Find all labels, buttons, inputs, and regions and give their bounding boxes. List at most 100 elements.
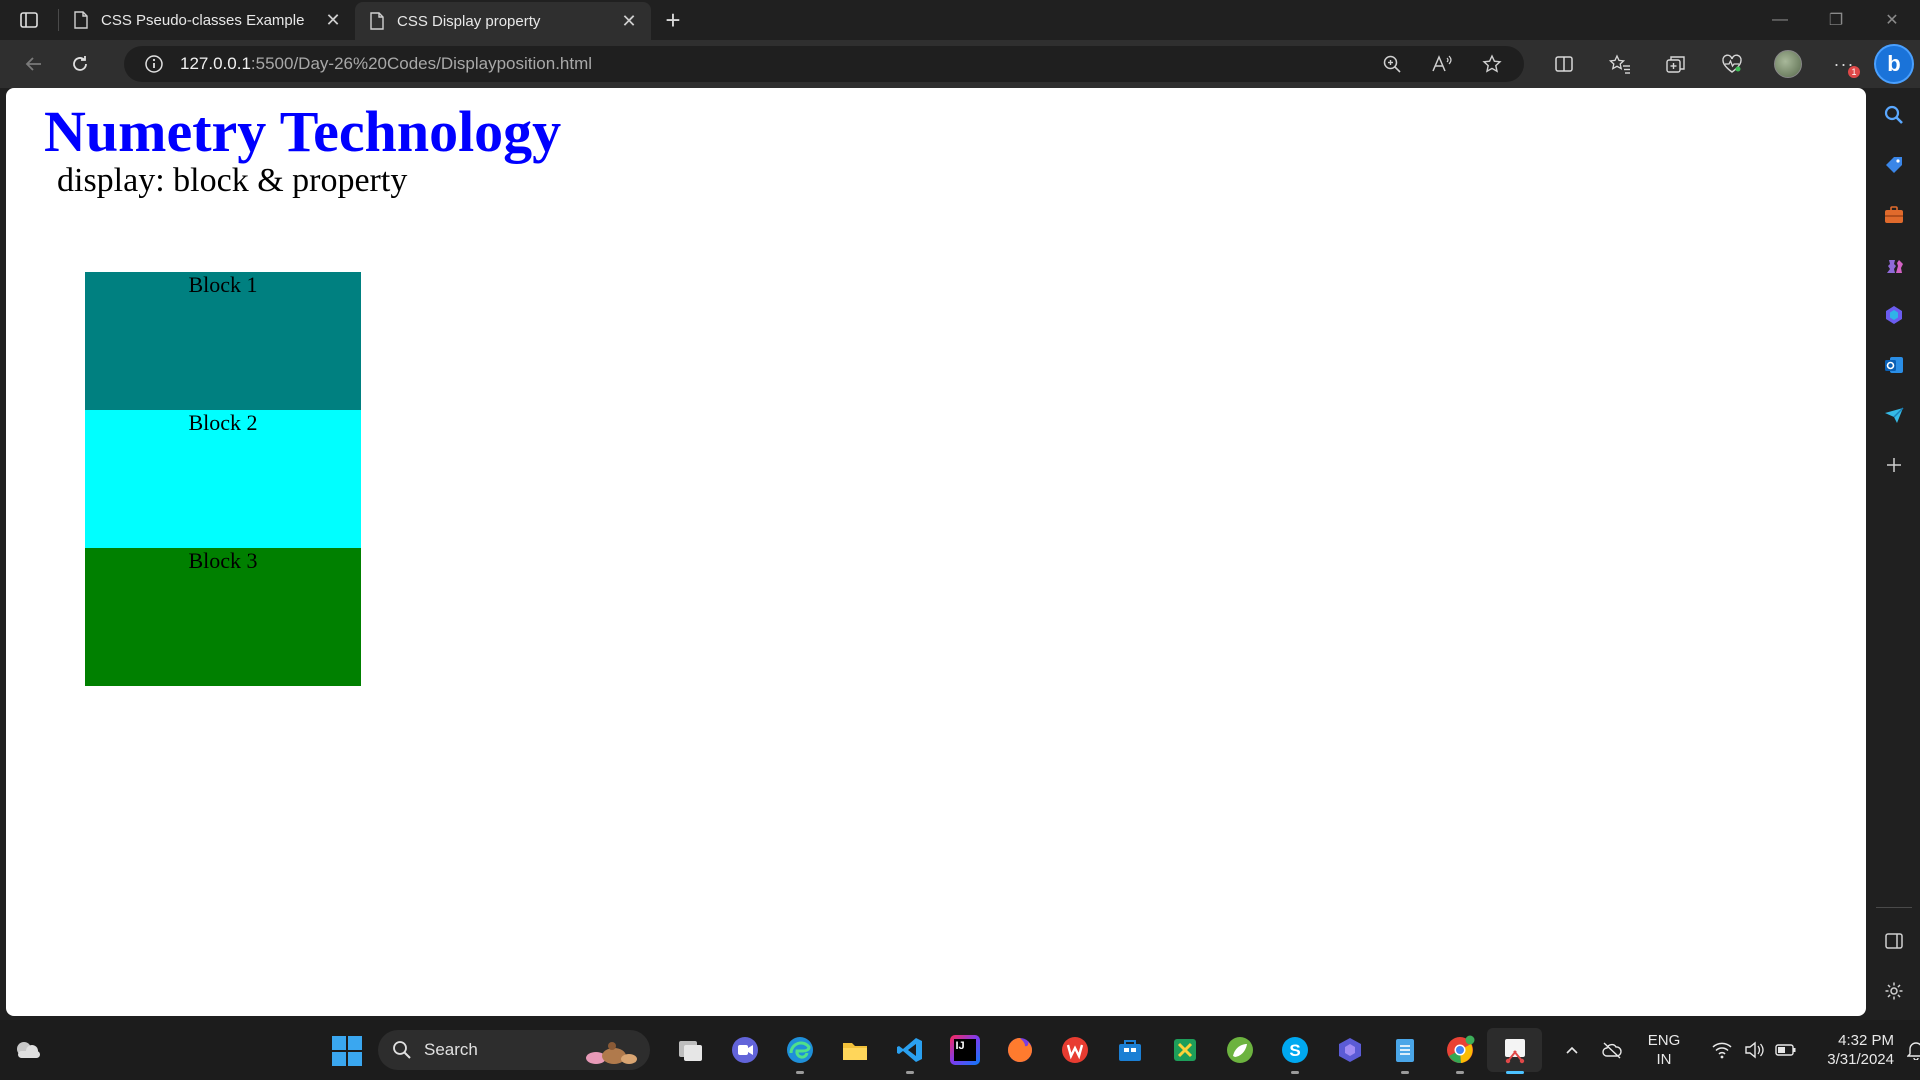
sidebar-item-outlook[interactable] — [1868, 340, 1920, 390]
intellij-button[interactable]: IJ — [937, 1028, 992, 1072]
wps-office-button[interactable] — [1047, 1028, 1102, 1072]
sidebar-app-list — [1868, 90, 1920, 490]
spring-button[interactable] — [1212, 1028, 1267, 1072]
toolbar-actions: ··· 1 — [1536, 46, 1872, 82]
notepad-button[interactable] — [1377, 1028, 1432, 1074]
running-indicator — [1400, 1071, 1409, 1074]
restore-button[interactable]: ❐ — [1808, 0, 1864, 40]
sidebar-item-copilot[interactable] — [1868, 290, 1920, 340]
sidebar-settings-button[interactable] — [1868, 966, 1920, 1016]
briefcase-icon — [1885, 206, 1903, 223]
chevron-up-icon — [1566, 1046, 1578, 1054]
notepad-icon — [1395, 1039, 1414, 1062]
tab-strip: CSS Pseudo-classes Example ✕ CSS Display… — [0, 0, 1920, 40]
teams-icon — [731, 1037, 758, 1063]
block-label: Block 1 — [188, 272, 258, 297]
site-info-icon[interactable] — [144, 54, 164, 74]
split-screen-icon — [1555, 56, 1573, 72]
search-icon — [393, 1041, 411, 1059]
sidebar-item-send[interactable] — [1868, 390, 1920, 440]
search-highlight-icon — [586, 1042, 637, 1064]
page-icon — [74, 11, 88, 29]
add-icon — [1887, 458, 1901, 472]
minimize-button[interactable]: — — [1752, 0, 1808, 40]
skype-button[interactable]: S — [1267, 1028, 1322, 1074]
sidebar-item-shopping[interactable] — [1868, 140, 1920, 190]
browser-essentials-button[interactable] — [1704, 46, 1760, 82]
copilot-button[interactable]: b — [1874, 44, 1914, 84]
taskbar-search[interactable]: Search — [378, 1030, 650, 1070]
url-text[interactable]: 127.0.0.1:5500/Day-26%20Codes/Displaypos… — [180, 54, 1370, 74]
tab-actions-button[interactable] — [0, 0, 58, 40]
edge-sidebar: b — [1868, 44, 1920, 1016]
copilot-taskbar-button[interactable] — [1322, 1028, 1377, 1072]
sidebar-item-games[interactable] — [1868, 240, 1920, 290]
battery-icon — [1775, 1044, 1796, 1056]
close-window-button[interactable]: ✕ — [1864, 0, 1920, 40]
file-explorer-button[interactable] — [827, 1028, 882, 1072]
clock[interactable]: 4:32 PM 3/31/2024 — [1814, 1031, 1894, 1069]
vscode-button[interactable] — [882, 1028, 937, 1074]
chrome-icon — [1446, 1035, 1474, 1064]
notifications-button[interactable] — [1900, 1030, 1920, 1070]
sidebar-item-search[interactable] — [1868, 90, 1920, 140]
chrome-button[interactable] — [1432, 1028, 1487, 1074]
teams-button[interactable] — [717, 1028, 772, 1072]
show-hidden-icons-button[interactable] — [1556, 1030, 1588, 1070]
new-tab-button[interactable]: + — [651, 0, 695, 40]
block-label: Block 2 — [188, 410, 258, 435]
wifi-button[interactable] — [1706, 1030, 1738, 1070]
collections-button[interactable] — [1648, 46, 1704, 82]
start-button[interactable] — [330, 1034, 364, 1068]
favorite-button[interactable] — [1470, 48, 1514, 80]
block-label: Block 3 — [188, 548, 258, 573]
volume-button[interactable] — [1738, 1030, 1770, 1070]
running-indicator — [905, 1071, 914, 1074]
edge-button[interactable] — [772, 1028, 827, 1074]
search-icon — [1884, 105, 1903, 124]
favorites-icon — [1609, 54, 1630, 74]
address-bar[interactable]: 127.0.0.1:5500/Day-26%20Codes/Displaypos… — [124, 46, 1524, 82]
tab-display-property[interactable]: CSS Display property ✕ — [355, 2, 651, 40]
url-path: :5500/Day-26%20Codes/Displayposition.htm… — [250, 54, 593, 73]
outlook-icon — [1885, 357, 1903, 373]
plus-icon: + — [665, 4, 681, 35]
tab-actions-icon — [20, 12, 38, 28]
refresh-button[interactable] — [58, 46, 102, 82]
task-view-button[interactable] — [662, 1028, 717, 1072]
close-icon: ✕ — [1885, 12, 1899, 29]
sidebar-add-button[interactable] — [1868, 440, 1920, 490]
heart-pulse-icon — [1722, 54, 1742, 73]
system-tray: ENG IN 4:32 PM 3/31/2024 — [1556, 1020, 1920, 1080]
close-tab-icon[interactable]: ✕ — [617, 9, 641, 33]
firefox-button[interactable] — [992, 1028, 1047, 1072]
back-arrow-icon — [25, 57, 41, 71]
snipping-tool-button[interactable] — [1487, 1028, 1542, 1074]
windows-taskbar: Search IJ S ENG IN 4:32 PM 3/31/2024 — [0, 1020, 1920, 1080]
split-screen-button[interactable] — [1536, 46, 1592, 82]
back-button[interactable] — [12, 46, 56, 82]
sidebar-hide-button[interactable] — [1868, 916, 1920, 966]
profile-button[interactable] — [1760, 46, 1816, 82]
clock-time: 4:32 PM — [1838, 1032, 1894, 1049]
onedrive-button[interactable] — [1596, 1030, 1628, 1070]
read-aloud-button[interactable] — [1420, 48, 1464, 80]
zoom-button[interactable] — [1370, 48, 1414, 80]
close-tab-icon[interactable]: ✕ — [321, 8, 345, 32]
sidebar-divider — [1876, 907, 1912, 908]
settings-more-button[interactable]: ··· 1 — [1816, 46, 1872, 82]
tab-pseudo-classes[interactable]: CSS Pseudo-classes Example ✕ — [59, 0, 355, 40]
language-indicator[interactable]: ENG IN — [1634, 1031, 1694, 1069]
weather-widget[interactable] — [12, 1036, 44, 1064]
tab-title: CSS Display property — [397, 12, 541, 30]
battery-button[interactable] — [1770, 1030, 1802, 1070]
excel-tool-button[interactable] — [1157, 1028, 1212, 1072]
page-heading: Numetry Technology — [44, 99, 562, 164]
tag-icon — [1886, 157, 1902, 173]
store-button[interactable] — [1102, 1028, 1157, 1072]
sidebar-item-tools[interactable] — [1868, 190, 1920, 240]
favorites-button[interactable] — [1592, 46, 1648, 82]
minimize-icon: — — [1772, 11, 1788, 28]
page-subheading: display: block & property — [57, 162, 408, 199]
language-region: IN — [1656, 1051, 1672, 1068]
